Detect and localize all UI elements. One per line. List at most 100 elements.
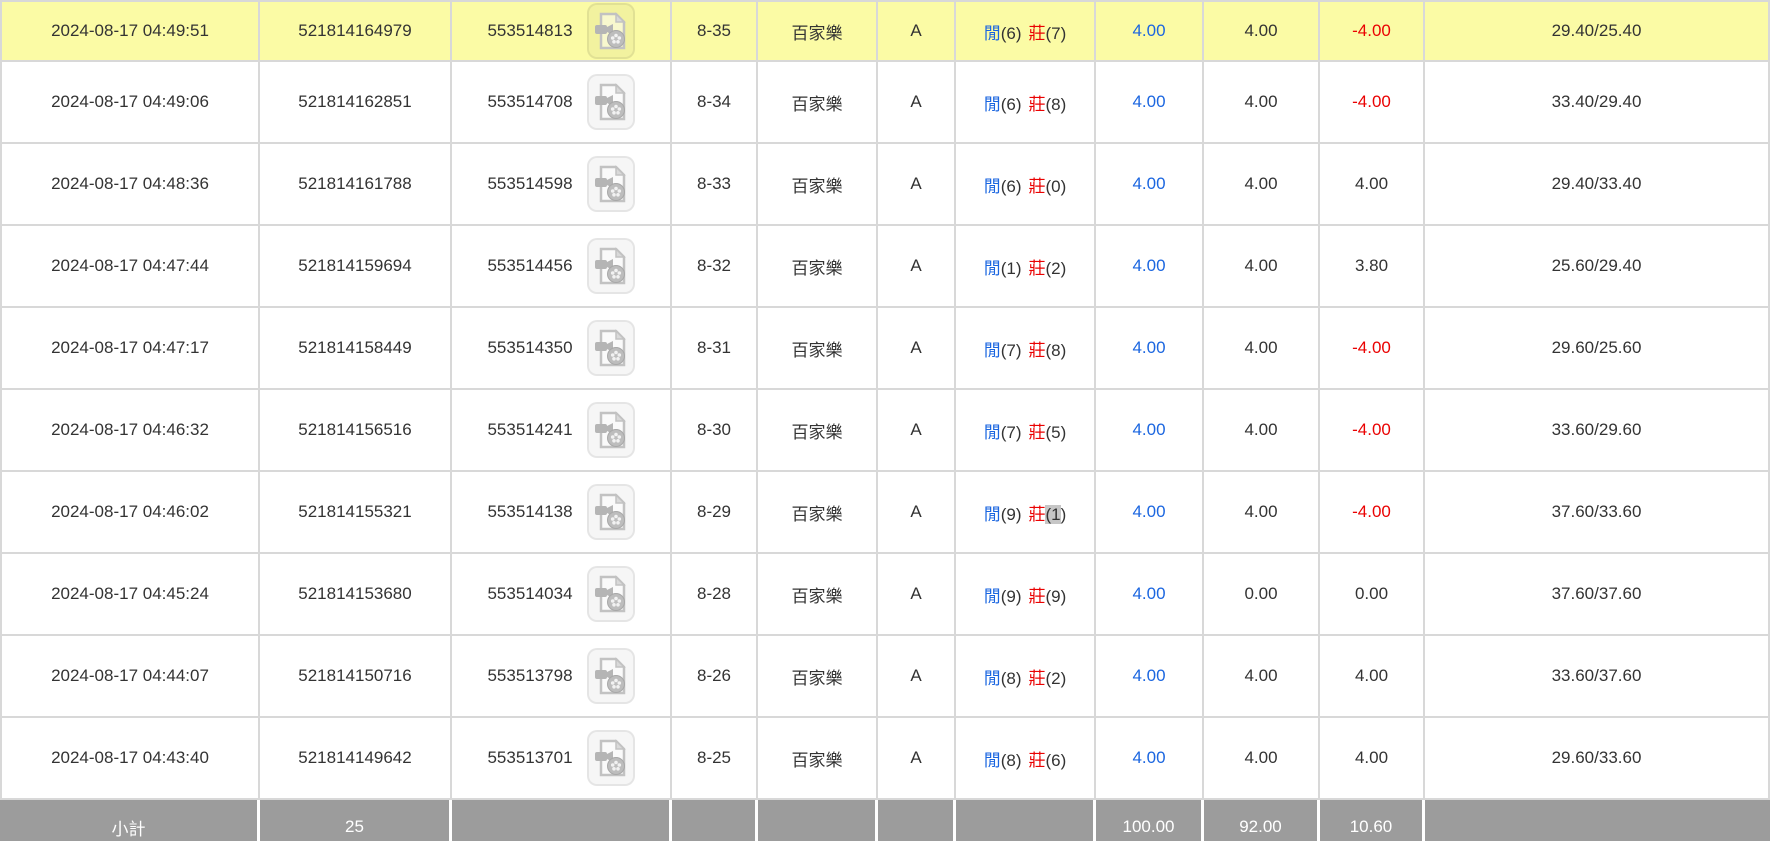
result-cell: 閒(7)莊(8) [956, 308, 1096, 390]
game-id-cell: 553513798 [452, 636, 672, 718]
video-file-reel-icon [594, 82, 628, 122]
table-body: 2024-08-17 04:49:51 521814164979 5535148… [0, 2, 1770, 800]
player-score: (7) [1001, 423, 1022, 442]
valid-bet-cell: 4.00 [1204, 144, 1320, 226]
valid-bet-cell: 4.00 [1204, 62, 1320, 144]
banker-label: 莊 [1029, 423, 1046, 442]
banker-score: (2) [1046, 259, 1067, 278]
video-replay-button[interactable] [587, 648, 635, 704]
valid-bet-cell: 4.00 [1204, 308, 1320, 390]
room-cell: A [878, 636, 956, 718]
player-label: 閒 [984, 95, 1001, 114]
room-cell: A [878, 390, 956, 472]
player-label: 閒 [984, 587, 1001, 606]
result-cell: 閒(8)莊(6) [956, 718, 1096, 800]
player-score: (9) [1001, 587, 1022, 606]
bet-amount-cell[interactable]: 4.00 [1096, 2, 1204, 62]
subtotal-empty-cell [672, 800, 758, 841]
win-loss-cell: -4.00 [1320, 2, 1425, 62]
balance-cell: 33.60/29.60 [1425, 390, 1770, 472]
bet-id-cell: 521814153680 [260, 554, 452, 636]
bet-time-cell: 2024-08-17 04:45:24 [0, 554, 260, 636]
bet-id-cell: 521814150716 [260, 636, 452, 718]
player-label: 閒 [984, 751, 1001, 770]
bet-record-row: 2024-08-17 04:48:36 521814161788 5535145… [0, 144, 1770, 226]
video-replay-button[interactable] [587, 74, 635, 130]
video-replay-button[interactable] [587, 566, 635, 622]
bet-time-cell: 2024-08-17 04:43:40 [0, 718, 260, 800]
banker-score: (0) [1046, 177, 1067, 196]
game-id-cell: 553514138 [452, 472, 672, 554]
bet-amount-cell[interactable]: 4.00 [1096, 226, 1204, 308]
game-id-text: 553514598 [487, 174, 572, 194]
bet-amount-cell[interactable]: 4.00 [1096, 144, 1204, 226]
bet-id-cell: 521814149642 [260, 718, 452, 800]
balance-cell: 33.40/29.40 [1425, 62, 1770, 144]
game-id-text: 553514034 [487, 584, 572, 604]
bet-record-row: 2024-08-17 04:46:02 521814155321 5535141… [0, 472, 1770, 554]
game-id-cell: 553514034 [452, 554, 672, 636]
banker-label: 莊 [1029, 341, 1046, 360]
bet-id-cell: 521814158449 [260, 308, 452, 390]
result-cell: 閒(7)莊(5) [956, 390, 1096, 472]
bet-time-cell: 2024-08-17 04:47:44 [0, 226, 260, 308]
player-score: (9) [1001, 505, 1022, 524]
game-id-text: 553513798 [487, 666, 572, 686]
game-id-cell: 553514241 [452, 390, 672, 472]
bet-amount-cell[interactable]: 4.00 [1096, 62, 1204, 144]
bet-time-cell: 2024-08-17 04:49:06 [0, 62, 260, 144]
bet-amount-cell[interactable]: 4.00 [1096, 390, 1204, 472]
win-loss-cell: -4.00 [1320, 390, 1425, 472]
player-label: 閒 [984, 669, 1001, 688]
room-cell: A [878, 718, 956, 800]
player-score: (6) [1001, 24, 1022, 43]
player-label: 閒 [984, 423, 1001, 442]
bet-amount-cell[interactable]: 4.00 [1096, 718, 1204, 800]
balance-cell: 29.60/33.60 [1425, 718, 1770, 800]
bet-amount-cell[interactable]: 4.00 [1096, 636, 1204, 718]
bet-id-cell: 521814155321 [260, 472, 452, 554]
video-replay-button[interactable] [587, 484, 635, 540]
bet-record-row: 2024-08-17 04:43:40 521814149642 5535137… [0, 718, 1770, 800]
banker-score: (2) [1046, 669, 1067, 688]
bet-id-cell: 521814159694 [260, 226, 452, 308]
player-score: (7) [1001, 341, 1022, 360]
game-id-text: 553514813 [487, 21, 572, 41]
win-loss-cell: 3.80 [1320, 226, 1425, 308]
video-replay-button[interactable] [587, 238, 635, 294]
player-score: (1) [1001, 259, 1022, 278]
valid-bet-cell: 4.00 [1204, 2, 1320, 62]
bet-record-row: 2024-08-17 04:49:06 521814162851 5535147… [0, 62, 1770, 144]
game-id-text: 553514138 [487, 502, 572, 522]
table-number-cell: 8-35 [672, 2, 758, 62]
balance-cell: 29.40/33.40 [1425, 144, 1770, 226]
bet-record-row: 2024-08-17 04:47:44 521814159694 5535144… [0, 226, 1770, 308]
subtotal-valid-total: 92.00 [1204, 800, 1320, 841]
table-number-cell: 8-25 [672, 718, 758, 800]
bet-id-cell: 521814156516 [260, 390, 452, 472]
bet-amount-cell[interactable]: 4.00 [1096, 554, 1204, 636]
balance-cell: 29.40/25.40 [1425, 2, 1770, 62]
banker-label: 莊 [1029, 669, 1046, 688]
video-replay-button[interactable] [587, 320, 635, 376]
bet-amount-cell[interactable]: 4.00 [1096, 308, 1204, 390]
game-id-cell: 553514456 [452, 226, 672, 308]
bet-id-cell: 521814162851 [260, 62, 452, 144]
valid-bet-cell: 4.00 [1204, 472, 1320, 554]
bet-time-cell: 2024-08-17 04:48:36 [0, 144, 260, 226]
subtotal-empty-cell [758, 800, 878, 841]
banker-score: (8) [1046, 341, 1067, 360]
player-score: (8) [1001, 751, 1022, 770]
video-replay-button[interactable] [587, 730, 635, 786]
subtotal-label: 小計 [0, 800, 260, 841]
video-replay-button[interactable] [587, 3, 635, 59]
video-replay-button[interactable] [587, 402, 635, 458]
subtotal-winloss-total: 10.60 [1320, 800, 1425, 841]
video-file-reel-icon [594, 246, 628, 286]
bet-history-table: 2024-08-17 04:49:51 521814164979 5535148… [0, 0, 1770, 841]
video-replay-button[interactable] [587, 156, 635, 212]
game-id-cell: 553514598 [452, 144, 672, 226]
banker-label: 莊 [1029, 95, 1046, 114]
bet-time-cell: 2024-08-17 04:46:02 [0, 472, 260, 554]
bet-amount-cell[interactable]: 4.00 [1096, 472, 1204, 554]
